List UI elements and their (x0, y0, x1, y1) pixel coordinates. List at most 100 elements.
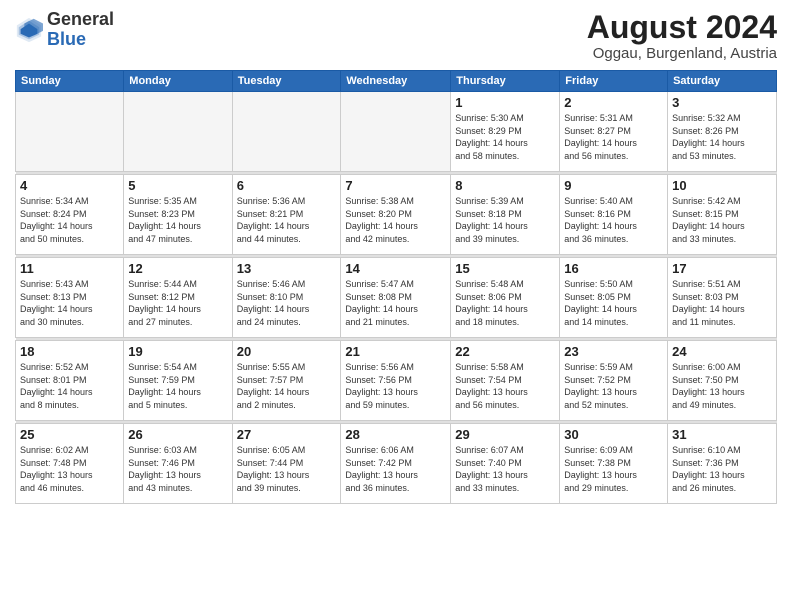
day-info: Sunrise: 5:48 AM Sunset: 8:06 PM Dayligh… (455, 278, 555, 328)
calendar-cell: 9 Sunrise: 5:40 AM Sunset: 8:16 PM Daylig… (560, 175, 668, 255)
calendar-week-4: 18 Sunrise: 5:52 AM Sunset: 8:01 PM Dayli… (16, 341, 777, 421)
day-info: Sunrise: 6:05 AM Sunset: 7:44 PM Dayligh… (237, 444, 337, 494)
col-thursday: Thursday (451, 71, 560, 92)
day-info: Sunrise: 5:40 AM Sunset: 8:16 PM Dayligh… (564, 195, 663, 245)
calendar-cell: 6Sunrise: 5:36 AM Sunset: 8:21 PM Daylig… (232, 175, 341, 255)
day-number: 16 (564, 261, 663, 276)
calendar-cell: 22 Sunrise: 5:58 AM Sunset: 7:54 PM Dayli… (451, 341, 560, 421)
calendar-cell: 29 Sunrise: 6:07 AM Sunset: 7:40 PM Dayli… (451, 424, 560, 504)
day-info: Sunrise: 5:34 AM Sunset: 8:24 PM Dayligh… (20, 195, 119, 245)
day-info: Sunrise: 5:58 AM Sunset: 7:54 PM Dayligh… (455, 361, 555, 411)
day-number: 13 (237, 261, 337, 276)
calendar-table: Sunday Monday Tuesday Wednesday Thursday… (15, 70, 777, 504)
day-info: Sunrise: 6:03 AM Sunset: 7:46 PM Dayligh… (128, 444, 227, 494)
calendar-cell: 18 Sunrise: 5:52 AM Sunset: 8:01 PM Dayli… (16, 341, 124, 421)
calendar-week-2: 4 Sunrise: 5:34 AM Sunset: 8:24 PM Daylig… (16, 175, 777, 255)
calendar-cell: 11Sunrise: 5:43 AM Sunset: 8:13 PM Dayli… (16, 258, 124, 338)
col-friday: Friday (560, 71, 668, 92)
calendar-cell (232, 92, 341, 172)
calendar-cell: 8 Sunrise: 5:39 AM Sunset: 8:18 PM Daylig… (451, 175, 560, 255)
day-number: 8 (455, 178, 555, 193)
day-number: 23 (564, 344, 663, 359)
calendar-week-1: 1 Sunrise: 5:30 AM Sunset: 8:29 PM Daylig… (16, 92, 777, 172)
calendar-cell: 1 Sunrise: 5:30 AM Sunset: 8:29 PM Daylig… (451, 92, 560, 172)
day-number: 31 (672, 427, 772, 442)
day-number: 25 (20, 427, 119, 442)
calendar-cell (124, 92, 232, 172)
day-number: 30 (564, 427, 663, 442)
day-number: 2 (564, 95, 663, 110)
calendar-page: General Blue August 2024 Oggau, Burgenla… (0, 0, 792, 612)
calendar-cell: 17 Sunrise: 5:51 AM Sunset: 8:03 PM Dayli… (668, 258, 777, 338)
day-info: Sunrise: 5:30 AM Sunset: 8:29 PM Dayligh… (455, 112, 555, 162)
day-info: Sunrise: 6:09 AM Sunset: 7:38 PM Dayligh… (564, 444, 663, 494)
col-sunday: Sunday (16, 71, 124, 92)
day-number: 18 (20, 344, 119, 359)
day-number: 10 (672, 178, 772, 193)
calendar-cell: 2 Sunrise: 5:31 AM Sunset: 8:27 PM Daylig… (560, 92, 668, 172)
calendar-cell (16, 92, 124, 172)
page-title: August 2024 (587, 10, 777, 45)
day-number: 12 (128, 261, 227, 276)
calendar-cell: 20 Sunrise: 5:55 AM Sunset: 7:57 PM Dayli… (232, 341, 341, 421)
day-number: 9 (564, 178, 663, 193)
day-info: Sunrise: 5:31 AM Sunset: 8:27 PM Dayligh… (564, 112, 663, 162)
page-subtitle: Oggau, Burgenland, Austria (587, 45, 777, 62)
day-number: 15 (455, 261, 555, 276)
calendar-cell: 4 Sunrise: 5:34 AM Sunset: 8:24 PM Daylig… (16, 175, 124, 255)
calendar-week-5: 25 Sunrise: 6:02 AM Sunset: 7:48 PM Dayli… (16, 424, 777, 504)
day-info: Sunrise: 5:38 AM Sunset: 8:20 PM Dayligh… (345, 195, 446, 245)
calendar-cell (341, 92, 451, 172)
calendar-cell: 24 Sunrise: 6:00 AM Sunset: 7:50 PM Dayli… (668, 341, 777, 421)
calendar-cell: 23 Sunrise: 5:59 AM Sunset: 7:52 PM Dayli… (560, 341, 668, 421)
day-info: Sunrise: 5:46 AM Sunset: 8:10 PM Dayligh… (237, 278, 337, 328)
day-info: Sunrise: 5:47 AM Sunset: 8:08 PM Dayligh… (345, 278, 446, 328)
day-number: 26 (128, 427, 227, 442)
calendar-cell: 16 Sunrise: 5:50 AM Sunset: 8:05 PM Dayli… (560, 258, 668, 338)
day-info: Sunrise: 5:43 AM Sunset: 8:13 PM Dayligh… (20, 278, 119, 328)
day-number: 28 (345, 427, 446, 442)
day-info: Sunrise: 6:00 AM Sunset: 7:50 PM Dayligh… (672, 361, 772, 411)
calendar-cell: 3Sunrise: 5:32 AM Sunset: 8:26 PM Daylig… (668, 92, 777, 172)
day-info: Sunrise: 5:39 AM Sunset: 8:18 PM Dayligh… (455, 195, 555, 245)
day-info: Sunrise: 6:10 AM Sunset: 7:36 PM Dayligh… (672, 444, 772, 494)
calendar-cell: 25 Sunrise: 6:02 AM Sunset: 7:48 PM Dayli… (16, 424, 124, 504)
col-tuesday: Tuesday (232, 71, 341, 92)
day-number: 17 (672, 261, 772, 276)
day-info: Sunrise: 5:32 AM Sunset: 8:26 PM Dayligh… (672, 112, 772, 162)
page-header: General Blue August 2024 Oggau, Burgenla… (15, 10, 777, 62)
day-number: 4 (20, 178, 119, 193)
calendar-cell: 12 Sunrise: 5:44 AM Sunset: 8:12 PM Dayli… (124, 258, 232, 338)
day-number: 21 (345, 344, 446, 359)
day-info: Sunrise: 5:44 AM Sunset: 8:12 PM Dayligh… (128, 278, 227, 328)
calendar-cell: 13 Sunrise: 5:46 AM Sunset: 8:10 PM Dayli… (232, 258, 341, 338)
logo-general-text: General (47, 9, 114, 29)
day-info: Sunrise: 5:51 AM Sunset: 8:03 PM Dayligh… (672, 278, 772, 328)
day-number: 22 (455, 344, 555, 359)
day-number: 14 (345, 261, 446, 276)
day-info: Sunrise: 5:50 AM Sunset: 8:05 PM Dayligh… (564, 278, 663, 328)
calendar-week-3: 11Sunrise: 5:43 AM Sunset: 8:13 PM Dayli… (16, 258, 777, 338)
calendar-cell: 10 Sunrise: 5:42 AM Sunset: 8:15 PM Dayli… (668, 175, 777, 255)
title-block: August 2024 Oggau, Burgenland, Austria (587, 10, 777, 62)
day-info: Sunrise: 5:54 AM Sunset: 7:59 PM Dayligh… (128, 361, 227, 411)
day-info: Sunrise: 5:52 AM Sunset: 8:01 PM Dayligh… (20, 361, 119, 411)
calendar-cell: 14 Sunrise: 5:47 AM Sunset: 8:08 PM Dayli… (341, 258, 451, 338)
day-info: Sunrise: 6:07 AM Sunset: 7:40 PM Dayligh… (455, 444, 555, 494)
calendar-cell: 15 Sunrise: 5:48 AM Sunset: 8:06 PM Dayli… (451, 258, 560, 338)
calendar-cell: 27Sunrise: 6:05 AM Sunset: 7:44 PM Dayli… (232, 424, 341, 504)
day-number: 7 (345, 178, 446, 193)
day-number: 1 (455, 95, 555, 110)
day-info: Sunrise: 5:55 AM Sunset: 7:57 PM Dayligh… (237, 361, 337, 411)
calendar-cell: 31 Sunrise: 6:10 AM Sunset: 7:36 PM Dayli… (668, 424, 777, 504)
day-info: Sunrise: 6:02 AM Sunset: 7:48 PM Dayligh… (20, 444, 119, 494)
day-info: Sunrise: 5:59 AM Sunset: 7:52 PM Dayligh… (564, 361, 663, 411)
day-info: Sunrise: 5:56 AM Sunset: 7:56 PM Dayligh… (345, 361, 446, 411)
calendar-cell: 5Sunrise: 5:35 AM Sunset: 8:23 PM Daylig… (124, 175, 232, 255)
day-info: Sunrise: 5:42 AM Sunset: 8:15 PM Dayligh… (672, 195, 772, 245)
col-saturday: Saturday (668, 71, 777, 92)
day-number: 20 (237, 344, 337, 359)
logo: General Blue (15, 10, 114, 50)
day-number: 29 (455, 427, 555, 442)
day-number: 24 (672, 344, 772, 359)
